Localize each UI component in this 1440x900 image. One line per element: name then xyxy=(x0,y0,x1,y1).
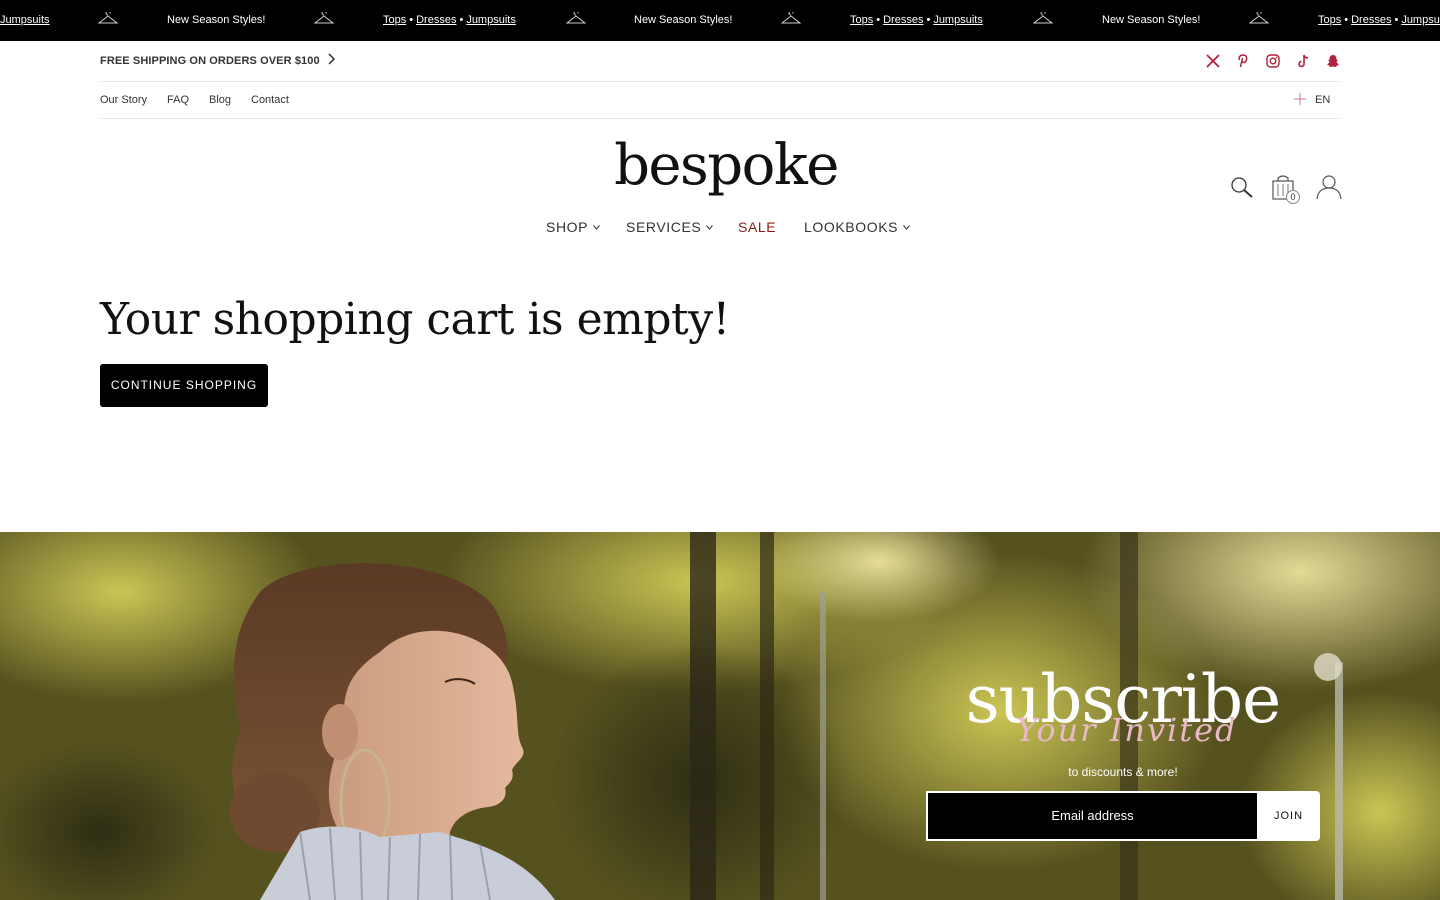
hanger-icon xyxy=(1249,12,1269,24)
chevron-down-icon xyxy=(903,225,910,230)
nav-shop[interactable]: SHOP xyxy=(546,219,600,235)
link-blog[interactable]: Blog xyxy=(209,94,231,106)
nav-sale[interactable]: SALE xyxy=(738,219,776,235)
nav-services[interactable]: SERVICES xyxy=(626,219,714,235)
link-our-story[interactable]: Our Story xyxy=(100,94,147,106)
marquee-links: Jumpsuits xyxy=(0,14,50,26)
hanger-icon xyxy=(314,12,334,24)
hanger-icon xyxy=(566,12,586,24)
hanger-icon xyxy=(1033,12,1053,24)
plus-icon[interactable] xyxy=(1294,93,1306,105)
continue-shopping-button[interactable]: CONTINUE SHOPPING xyxy=(100,364,268,407)
announcement-marquee: Jumpsuits New Season Styles! Tops • Dresse… xyxy=(0,0,1440,41)
marquee-link-dresses[interactable]: Dresses xyxy=(883,14,923,26)
email-input[interactable]: Email address xyxy=(926,791,1259,841)
chevron-down-icon xyxy=(593,225,600,230)
chevron-right-icon[interactable] xyxy=(327,53,335,65)
snapchat-icon[interactable] xyxy=(1325,53,1341,69)
marquee-links: Tops • Dresses • Jumpsuits xyxy=(850,14,983,26)
logo[interactable]: bespoke xyxy=(0,131,1440,201)
tiktok-icon[interactable] xyxy=(1295,53,1311,69)
search-icon[interactable] xyxy=(1230,174,1254,200)
marquee-link-dresses[interactable]: Dresses xyxy=(416,14,456,26)
utility-bar: FREE SHIPPING ON ORDERS OVER $100 xyxy=(100,41,1340,82)
link-contact[interactable]: Contact xyxy=(251,94,289,106)
marquee-link-tops[interactable]: Tops xyxy=(383,14,406,26)
nav-lookbooks[interactable]: LOOKBOOKS xyxy=(804,219,910,235)
secondary-nav: Our Story FAQ Blog Contact EN xyxy=(100,82,1340,119)
cart-count-badge: 0 xyxy=(1286,190,1300,204)
shipping-banner[interactable]: FREE SHIPPING ON ORDERS OVER $100 xyxy=(100,55,320,67)
subscribe-hero: subscribe Your Invited to discounts & mo… xyxy=(0,532,1440,900)
marquee-links: Tops • Dresses • Jumpsuits xyxy=(383,14,516,26)
pinterest-icon[interactable] xyxy=(1235,53,1251,69)
marquee-link-dresses[interactable]: Dresses xyxy=(1351,14,1391,26)
marquee-promo: New Season Styles! xyxy=(167,14,266,26)
marquee-promo: New Season Styles! xyxy=(634,14,733,26)
marquee-link-jumpsuits[interactable]: Jumpsuits xyxy=(0,14,50,26)
marquee-link-tops[interactable]: Tops xyxy=(1318,14,1341,26)
marquee-link-tops[interactable]: Tops xyxy=(850,14,873,26)
instagram-icon[interactable] xyxy=(1265,53,1281,69)
marquee-links: Tops • Dresses • Jumpsu xyxy=(1318,14,1440,26)
language-selector[interactable]: EN xyxy=(1315,94,1330,106)
subscribe-script: Your Invited xyxy=(1016,711,1238,749)
hanger-icon xyxy=(98,12,118,24)
marquee-link-jumpsuits[interactable]: Jumpsuits xyxy=(933,14,983,26)
x-icon[interactable] xyxy=(1205,53,1221,69)
subscribe-text: to discounts & more! xyxy=(1068,765,1178,779)
marquee-link-jumpsuits[interactable]: Jumpsuits xyxy=(466,14,516,26)
account-icon[interactable] xyxy=(1316,174,1342,200)
chevron-down-icon xyxy=(706,225,714,230)
marquee-link-jumpsuits[interactable]: Jumpsu xyxy=(1401,14,1440,26)
join-button[interactable]: JOIN xyxy=(1257,791,1320,841)
cart-empty-title: Your shopping cart is empty! xyxy=(100,294,730,345)
hanger-icon xyxy=(781,12,801,24)
marquee-promo: New Season Styles! xyxy=(1102,14,1201,26)
link-faq[interactable]: FAQ xyxy=(167,94,189,106)
